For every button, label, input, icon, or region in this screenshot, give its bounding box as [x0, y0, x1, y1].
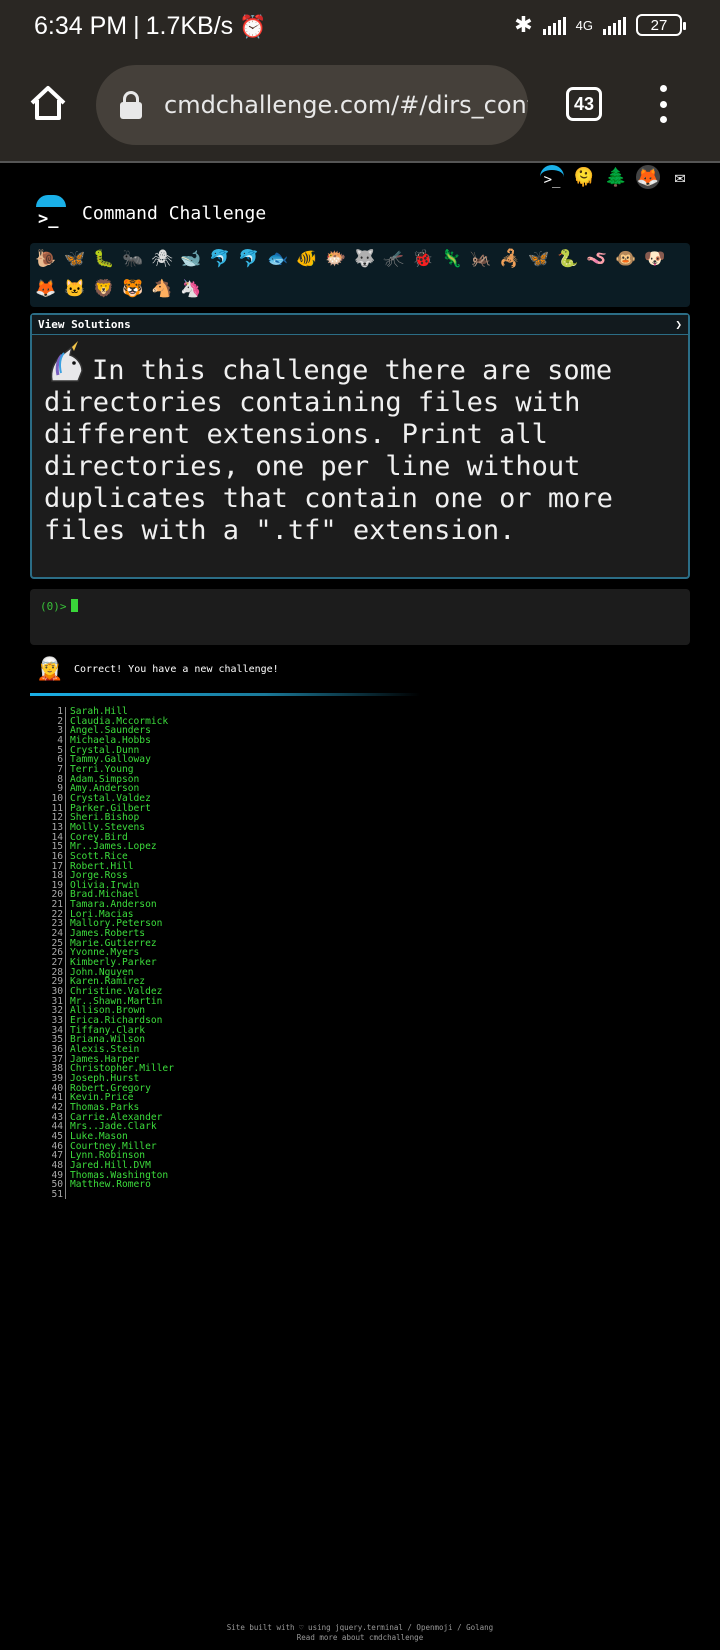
challenge-icon[interactable]: 🐺 [353, 247, 377, 271]
line-text: Matthew.Romero [70, 1179, 151, 1191]
address-bar[interactable]: cmdchallenge.com/#/dirs_containi [96, 65, 528, 145]
alarm-clock-icon: ⏰ [239, 13, 267, 39]
progress-divider [30, 693, 420, 696]
challenge-icon[interactable]: 🐵 [614, 247, 638, 271]
challenge-icon[interactable]: 🐠 [295, 247, 319, 271]
challenge-icon[interactable]: 🐶 [643, 247, 667, 271]
challenge-icon[interactable]: 🐱 [63, 277, 87, 301]
challenge-icon[interactable]: 🦂 [498, 247, 522, 271]
skull-icon[interactable]: 🫠 [572, 165, 596, 189]
elf-icon: 🧝 [36, 656, 64, 682]
challenge-panel: View Solutions ❯ In this challenge there… [30, 313, 690, 579]
challenge-icon[interactable]: 🦗 [469, 247, 493, 271]
challenge-icon[interactable]: 🐡 [324, 247, 348, 271]
gitlab-icon[interactable]: 🦊 [636, 165, 660, 189]
mail-icon[interactable]: ✉ [668, 165, 692, 189]
top-icons: >_ 🫠 🌲 🦊 ✉ [540, 165, 692, 189]
challenge-icon[interactable]: 🦋 [527, 247, 551, 271]
challenge-icon[interactable]: 🦋 [63, 247, 87, 271]
challenge-icon[interactable]: 🐬 [237, 247, 261, 271]
challenge-icon[interactable]: 🐜 [121, 247, 145, 271]
challenge-text: In this challenge there are some directo… [44, 355, 613, 546]
challenge-icon-strip: 🐌 🦋 🐛 🐜 🕷 🐋 🐬 🐬 🐟 🐠 🐡 🐺 🦟 🐞 🦎 🦗 🦂 🦋 🐍 🪱 🐵 🐶 🦊 🐱 🦁 🐯 🐴 🦄 [30, 243, 690, 307]
network-type: 4G [575, 17, 593, 33]
view-solutions-header[interactable]: View Solutions ❯ [32, 315, 688, 335]
footer: Site built with ♡ using jquery.terminal … [0, 1623, 720, 1643]
status-speed: 1.7KB/s [145, 12, 234, 40]
signal-icon [542, 15, 566, 35]
status-right: ✱ 4G 27 [514, 12, 686, 38]
terminal-cursor [70, 599, 78, 612]
status-left: 6:34 PM | 1.7KB/s ⏰ [34, 12, 267, 41]
challenge-icon[interactable]: 🐴 [150, 277, 174, 301]
challenge-icon[interactable]: 🕷 [150, 247, 174, 271]
status-bar: 6:34 PM | 1.7KB/s ⏰ ✱ 4G 27 [0, 0, 720, 55]
brand[interactable]: >_ Command Challenge [34, 195, 266, 231]
terminal-input[interactable]: (0)> [30, 589, 690, 645]
footer-about-link[interactable]: Read more about cmdchallenge [0, 1633, 720, 1643]
result-message: 🧝 Correct! You have a new challenge! [36, 655, 279, 683]
challenge-icon[interactable]: 🦁 [92, 277, 116, 301]
line-number: 51 [50, 1190, 66, 1200]
challenge-icon[interactable]: 🐌 [34, 247, 58, 271]
output-line: 50 Matthew.Romero [50, 1180, 174, 1190]
browser-toolbar: cmdchallenge.com/#/dirs_containi 43 [0, 55, 720, 163]
chevron-right-icon: ❯ [675, 318, 682, 331]
challenge-icon[interactable]: 🐬 [208, 247, 232, 271]
challenge-icon[interactable]: 🐯 [121, 277, 145, 301]
home-icon[interactable] [28, 83, 68, 123]
page-content: >_ 🫠 🌲 🦊 ✉ >_ Command Challenge 🐌 🦋 🐛 🐜 🕷 🐋 🐬 🐬… [0, 165, 720, 1650]
site-title: Command Challenge [82, 202, 267, 224]
challenge-icon[interactable]: 🦄 [179, 277, 203, 301]
signal-icon-2 [603, 15, 626, 35]
challenge-icon[interactable]: 🦊 [34, 277, 58, 301]
unicorn-icon [44, 341, 88, 385]
footer-credits: Site built with ♡ using jquery.terminal … [226, 1623, 494, 1632]
bluetooth-icon: ✱ [514, 12, 533, 37]
challenge-icon[interactable]: 🐍 [556, 247, 580, 271]
challenge-icon[interactable]: 🐟 [266, 247, 290, 271]
challenge-icon[interactable]: 🪱 [585, 247, 609, 271]
lock-icon [118, 91, 144, 119]
challenge-icon[interactable]: 🦟 [382, 247, 406, 271]
challenge-icon[interactable]: 🦎 [440, 247, 464, 271]
challenge-icon[interactable]: 🐛 [92, 247, 116, 271]
result-text: Correct! You have a new challenge! [74, 663, 279, 675]
challenge-description: In this challenge there are some directo… [32, 335, 688, 553]
command-output: 1 Sarah.Hill 2 Claudia.Mccormick 3 Angel.Saun… [50, 707, 174, 1200]
overflow-menu-icon[interactable] [655, 85, 671, 123]
output-line: 51 [50, 1190, 174, 1200]
terminal-logo-icon: >_ [34, 195, 66, 231]
battery-level: 27 [650, 16, 668, 34]
challenge-icon[interactable]: 🐞 [411, 247, 435, 271]
terminal-prompt: (0)> [40, 600, 67, 613]
challenge-icon[interactable]: 🐋 [179, 247, 203, 271]
status-separator: | [133, 12, 140, 40]
view-solutions-label: View Solutions [38, 318, 131, 331]
line-text [66, 1190, 70, 1200]
status-time: 6:34 PM [34, 12, 128, 40]
tab-switcher-button[interactable]: 43 [566, 87, 602, 121]
tree-icon[interactable]: 🌲 [604, 165, 628, 189]
terminal-icon[interactable]: >_ [540, 165, 564, 189]
url-text: cmdchallenge.com/#/dirs_containi [164, 91, 528, 119]
battery-icon: 27 [636, 14, 686, 36]
